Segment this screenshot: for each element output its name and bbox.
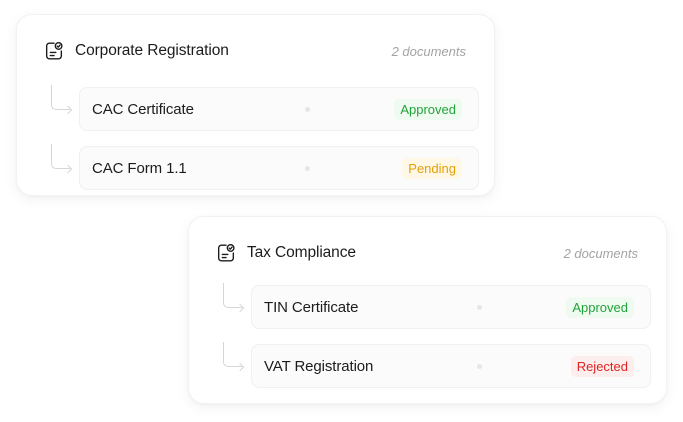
document-group-tax-compliance: Tax Compliance 2 documents TIN Certifica… [188,216,667,404]
tree-branch-icon [51,85,70,110]
group-header: Corporate Registration 2 documents [43,39,466,63]
document-row-cac-certificate[interactable]: CAC Certificate Approved [79,87,479,131]
tree-branch-icon [223,283,242,308]
group-header: Tax Compliance 2 documents [215,241,638,265]
separator-dot [305,166,310,171]
document-groups-stage: Corporate Registration 2 documents CAC C… [0,0,683,422]
document-name: TIN Certificate [264,298,359,316]
status-badge: Pending [402,157,462,179]
document-name: CAC Form 1.1 [92,159,187,177]
document-row-vat-registration[interactable]: VAT Registration Rejected [251,344,651,388]
separator-dot [305,107,310,112]
document-check-icon [45,41,63,60]
status-badge: Approved [394,98,462,120]
document-name: CAC Certificate [92,100,194,118]
separator-dot [477,305,482,310]
status-badge: Approved [566,296,634,318]
tree-branch-icon [223,342,242,367]
document-name: VAT Registration [264,357,374,375]
document-row-cac-form[interactable]: CAC Form 1.1 Pending [79,146,479,190]
tree-branch-icon [51,144,70,169]
document-row-tin-certificate[interactable]: TIN Certificate Approved [251,285,651,329]
group-document-count: 2 documents [563,245,638,261]
status-badge: Rejected [570,355,634,377]
group-title: Corporate Registration [75,42,229,59]
document-group-corporate-registration: Corporate Registration 2 documents CAC C… [16,14,495,196]
document-check-icon [217,243,235,262]
separator-dot [477,364,482,369]
group-title: Tax Compliance [247,244,356,261]
group-document-count: 2 documents [391,43,466,59]
